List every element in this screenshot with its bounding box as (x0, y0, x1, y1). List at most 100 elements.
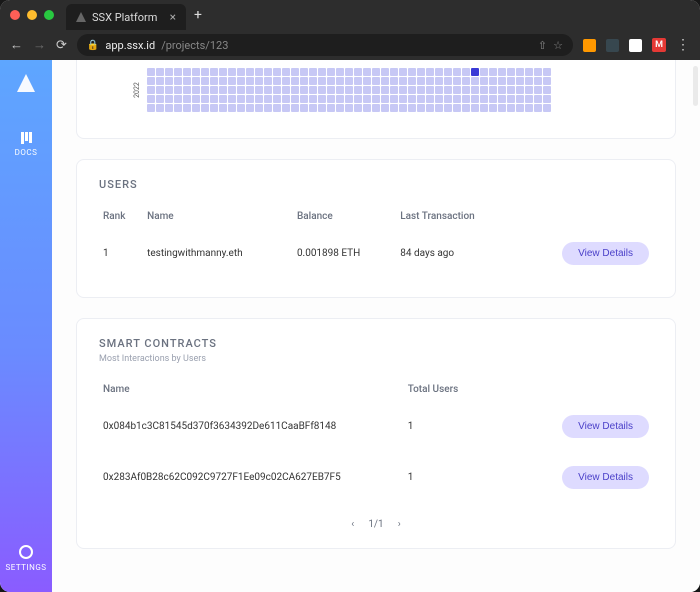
heatmap-cell[interactable] (435, 104, 443, 112)
heatmap-cell[interactable] (228, 77, 236, 85)
heatmap-cell[interactable] (237, 95, 245, 103)
heatmap-cell[interactable] (147, 86, 155, 94)
heatmap-cell[interactable] (345, 86, 353, 94)
heatmap-cell[interactable] (372, 68, 380, 76)
heatmap-cell[interactable] (210, 86, 218, 94)
heatmap-cell[interactable] (381, 104, 389, 112)
view-details-button[interactable]: View Details (562, 242, 649, 265)
heatmap-cell[interactable] (165, 95, 173, 103)
heatmap-cell[interactable] (282, 104, 290, 112)
menu-icon[interactable]: ⋮ (676, 37, 690, 53)
heatmap-cell[interactable] (345, 77, 353, 85)
heatmap-cell[interactable] (336, 86, 344, 94)
heatmap-cell[interactable] (525, 104, 533, 112)
heatmap-cell[interactable] (192, 95, 200, 103)
pager-prev-icon[interactable]: ‹ (351, 519, 354, 530)
heatmap-cell[interactable] (300, 95, 308, 103)
heatmap-cell[interactable] (399, 104, 407, 112)
heatmap-cell[interactable] (435, 68, 443, 76)
heatmap-cell[interactable] (255, 104, 263, 112)
heatmap-cell[interactable] (444, 86, 452, 94)
window-icon[interactable] (629, 39, 642, 52)
heatmap-cell[interactable] (507, 86, 515, 94)
heatmap-cell[interactable] (246, 104, 254, 112)
heatmap-cell[interactable] (210, 95, 218, 103)
heatmap-cell[interactable] (471, 104, 479, 112)
heatmap-cell[interactable] (399, 68, 407, 76)
heatmap-cell[interactable] (228, 95, 236, 103)
heatmap-cell[interactable] (300, 104, 308, 112)
heatmap-cell[interactable] (462, 95, 470, 103)
heatmap-cell[interactable] (498, 68, 506, 76)
forward-icon[interactable]: → (33, 37, 46, 53)
heatmap-cell[interactable] (156, 104, 164, 112)
heatmap-cell[interactable] (192, 104, 200, 112)
heatmap-cell[interactable] (291, 95, 299, 103)
heatmap-cell[interactable] (435, 95, 443, 103)
heatmap-cell[interactable] (462, 77, 470, 85)
heatmap-cell[interactable] (183, 68, 191, 76)
heatmap-cell[interactable] (390, 86, 398, 94)
heatmap-cell[interactable] (534, 77, 542, 85)
heatmap-cell[interactable] (273, 77, 281, 85)
heatmap-cell[interactable] (309, 104, 317, 112)
heatmap-cell[interactable] (327, 77, 335, 85)
bookmark-icon[interactable]: ☆ (553, 39, 563, 52)
heatmap-cell[interactable] (426, 104, 434, 112)
heatmap-cell[interactable] (228, 68, 236, 76)
heatmap-cell[interactable] (372, 77, 380, 85)
heatmap-cell[interactable] (228, 86, 236, 94)
maximize-window-icon[interactable] (44, 10, 54, 20)
heatmap-cell[interactable] (327, 95, 335, 103)
heatmap-cell[interactable] (318, 104, 326, 112)
share-icon[interactable]: ⇧ (538, 39, 547, 52)
heatmap-cell[interactable] (516, 104, 524, 112)
url-field[interactable]: 🔒 app.ssx.id/projects/123 ⇧ ☆ (77, 34, 573, 56)
heatmap-cell[interactable] (219, 77, 227, 85)
heatmap-cell[interactable] (210, 68, 218, 76)
heatmap-cell[interactable] (354, 86, 362, 94)
heatmap-cell[interactable] (462, 104, 470, 112)
heatmap-cell[interactable] (426, 95, 434, 103)
heatmap-cell[interactable] (399, 95, 407, 103)
heatmap-cell[interactable] (300, 77, 308, 85)
heatmap-cell[interactable] (453, 68, 461, 76)
heatmap-cell[interactable] (525, 68, 533, 76)
heatmap-cell[interactable] (255, 86, 263, 94)
browser-tab[interactable]: SSX Platform × (66, 4, 186, 30)
heatmap-cell[interactable] (174, 68, 182, 76)
heatmap-cell[interactable] (453, 86, 461, 94)
heatmap-cell[interactable] (435, 77, 443, 85)
heatmap-cell[interactable] (525, 95, 533, 103)
heatmap-cell[interactable] (408, 68, 416, 76)
heatmap-cell[interactable] (282, 77, 290, 85)
puzzle-icon[interactable] (606, 39, 619, 52)
minimize-window-icon[interactable] (27, 10, 37, 20)
heatmap-cell[interactable] (318, 95, 326, 103)
heatmap-cell[interactable] (543, 77, 551, 85)
heatmap-cell[interactable] (534, 104, 542, 112)
heatmap-cell[interactable] (255, 77, 263, 85)
heatmap-cell[interactable] (498, 77, 506, 85)
heatmap-cell[interactable] (516, 77, 524, 85)
sidebar-item-docs[interactable]: DOCS (15, 132, 38, 157)
heatmap-cell[interactable] (183, 104, 191, 112)
heatmap-cell[interactable] (462, 68, 470, 76)
heatmap-cell[interactable] (327, 104, 335, 112)
heatmap-cell[interactable] (489, 95, 497, 103)
heatmap-cell[interactable] (156, 86, 164, 94)
heatmap-cell[interactable] (219, 68, 227, 76)
heatmap-cell[interactable] (264, 104, 272, 112)
heatmap-cell[interactable] (426, 68, 434, 76)
heatmap-cell[interactable] (381, 77, 389, 85)
tab-close-icon[interactable]: × (170, 10, 176, 24)
sidebar-item-settings[interactable]: SETTINGS (5, 545, 46, 572)
heatmap-cell[interactable] (318, 77, 326, 85)
heatmap-cell[interactable] (255, 68, 263, 76)
heatmap-cell[interactable] (264, 77, 272, 85)
heatmap-cell[interactable] (471, 68, 479, 76)
heatmap-cell[interactable] (336, 77, 344, 85)
heatmap-cell[interactable] (489, 104, 497, 112)
heatmap-cell[interactable] (453, 104, 461, 112)
heatmap-cell[interactable] (390, 95, 398, 103)
